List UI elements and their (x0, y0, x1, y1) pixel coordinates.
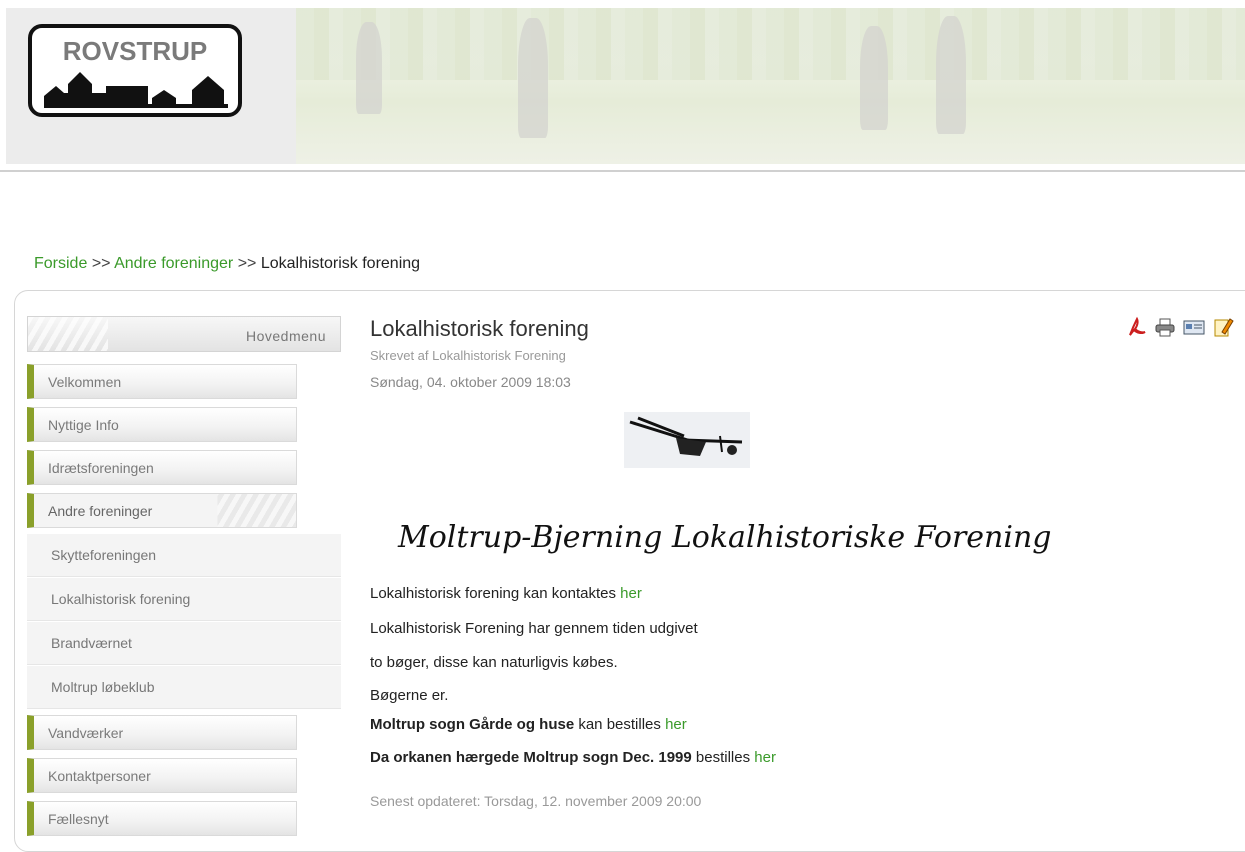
submenu-item-label: Brandværnet (51, 635, 132, 651)
book1-title: Moltrup sogn Gårde og huse (370, 716, 575, 733)
edit-icon[interactable] (1212, 316, 1234, 338)
breadcrumb-forside[interactable]: Forside (34, 255, 87, 272)
article-title: Lokalhistorisk forening (370, 316, 589, 341)
header-divider (0, 170, 1245, 172)
submenu-item-label: Skytteforeningen (51, 547, 157, 563)
menu-item-label: Fællesnyt (48, 811, 109, 827)
menu-item-label: Andre foreninger (48, 503, 153, 519)
menu-item-faellesnyt[interactable]: Fællesnyt (27, 801, 297, 836)
book2-text: bestilles (691, 749, 755, 766)
main-menu-header: Hovedmenu (27, 316, 341, 352)
submenu-item-moltrup-lobeklub[interactable]: Moltrup løbeklub (27, 666, 341, 709)
submenu-item-skytteforeningen[interactable]: Skytteforeningen (27, 534, 341, 577)
submenu-item-label: Lokalhistorisk forening (51, 591, 191, 607)
last-updated: Senest opdateret: Torsdag, 12. november … (370, 793, 702, 809)
article-date: Søndag, 04. oktober 2009 18:03 (370, 374, 571, 390)
plow-image (624, 412, 750, 468)
book1-text: kan bestilles (574, 716, 666, 733)
village-silhouette-icon (44, 72, 228, 108)
body-line: Bøgerne er. (370, 687, 449, 704)
main-menu-title: Hovedmenu (246, 328, 326, 344)
menu-item-label: Vandværker (48, 725, 124, 741)
society-name-heading: Moltrup-Bjerning Lokalhistoriske Forenin… (398, 520, 1052, 555)
email-icon[interactable] (1182, 316, 1206, 338)
book2-title: Da orkanen hærgede Moltrup sogn Dec. 199… (370, 749, 692, 766)
contact-link[interactable]: her (620, 585, 642, 602)
book1-line: Moltrup sogn Gårde og huse kan bestilles… (370, 716, 687, 733)
submenu-item-label: Moltrup løbeklub (51, 679, 155, 695)
submenu-item-lokalhistorisk-forening[interactable]: Lokalhistorisk forening (27, 578, 341, 621)
body-line: Lokalhistorisk Forening har gennem tiden… (370, 620, 698, 637)
menu-item-idraetsforeningen[interactable]: Idrætsforeningen (27, 450, 297, 485)
breadcrumb-separator: >> (237, 255, 257, 272)
menu-item-nyttige-info[interactable]: Nyttige Info (27, 407, 297, 442)
logo-text: ROVSTRUP (62, 36, 208, 66)
article-author: Skrevet af Lokalhistorisk Forening (370, 348, 566, 363)
book2-link[interactable]: her (754, 749, 776, 766)
book1-link[interactable]: her (665, 716, 687, 733)
breadcrumb-separator: >> (91, 255, 111, 272)
menu-item-andre-foreninger[interactable]: Andre foreninger (27, 493, 297, 528)
breadcrumb: Forside >> Andre foreninger >> Lokalhist… (34, 255, 420, 273)
rovstrup-logo[interactable]: ROVSTRUP (28, 24, 242, 117)
header-photo (296, 8, 1245, 164)
menu-item-kontaktpersoner[interactable]: Kontaktpersoner (27, 758, 297, 793)
article-tools (1126, 316, 1234, 338)
menu-item-vandvaerker[interactable]: Vandværker (27, 715, 297, 750)
site-header: ROVSTRUP (6, 8, 1245, 164)
breadcrumb-current: Lokalhistorisk forening (260, 255, 421, 272)
breadcrumb-andre-foreninger[interactable]: Andre foreninger (114, 255, 233, 272)
contact-text: Lokalhistorisk forening kan kontaktes (370, 585, 621, 602)
menu-item-label: Idrætsforeningen (48, 460, 154, 476)
pdf-icon[interactable] (1126, 316, 1148, 338)
contact-line: Lokalhistorisk forening kan kontaktes he… (370, 585, 642, 602)
menu-item-velkommen[interactable]: Velkommen (27, 364, 297, 399)
book2-line: Da orkanen hærgede Moltrup sogn Dec. 199… (370, 749, 776, 766)
submenu-item-brandvaernet[interactable]: Brandværnet (27, 622, 341, 665)
menu-item-label: Kontaktpersoner (48, 768, 151, 784)
menu-item-label: Nyttige Info (48, 417, 119, 433)
body-line: to bøger, disse kan naturligvis købes. (370, 654, 618, 671)
print-icon[interactable] (1154, 316, 1176, 338)
menu-item-label: Velkommen (48, 374, 122, 390)
